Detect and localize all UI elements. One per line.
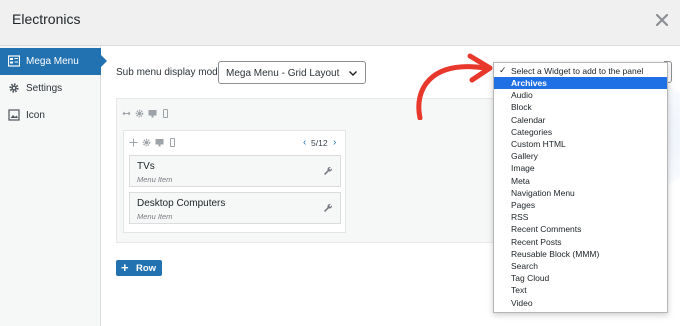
desktop-icon[interactable] [148,109,157,118]
menu-item-title: Desktop Computers [137,198,226,209]
gear-icon [9,83,19,93]
add-row-label: Row [136,263,157,274]
chevron-down-icon [349,71,357,76]
image-icon [8,109,20,121]
widget-placeholder-option[interactable]: ✓ Select a Widget to add to the panel [494,65,667,77]
column-width-label: 5/12 [311,138,328,148]
grid-menu-icon [8,55,20,67]
widget-option-audio[interactable]: Audio [494,89,667,101]
menu-item-subtitle: Menu Item [137,175,173,184]
add-row-button[interactable]: + Row [116,260,162,276]
display-mode-value: Mega Menu - Grid Layout [226,68,340,79]
sidebar-item-icon[interactable]: Icon [0,102,101,129]
menu-item-tvs[interactable]: TVs Menu Item [129,155,341,187]
widget-option-block[interactable]: Block [494,101,667,113]
widget-option-pages[interactable]: Pages [494,199,667,211]
column-width-control: ‹ 5/12 › [303,137,339,149]
menu-column: ‹ 5/12 › TVs Menu Item Desktop Computers… [123,130,346,233]
sidebar: Mega Menu Settings Icon [0,46,107,326]
menu-item-desktop-computers[interactable]: Desktop Computers Menu Item [129,192,341,224]
menu-item-title: TVs [137,161,155,172]
widget-option-text[interactable]: Text [494,284,667,296]
widget-dropdown[interactable]: ✓ Select a Widget to add to the panel Ar… [493,62,668,313]
plus-icon: + [121,260,129,275]
wrench-icon[interactable] [323,203,333,213]
widget-option-search[interactable]: Search [494,260,667,272]
widget-option-video[interactable]: Video [494,297,667,309]
close-icon[interactable] [652,10,672,30]
column-toolbar [129,137,189,149]
widget-option-image[interactable]: Image [494,162,667,174]
wrench-icon[interactable] [323,166,333,176]
checkmark-icon: ✓ [499,65,507,75]
chevron-left-icon[interactable]: ‹ [303,137,306,148]
widget-option-archives[interactable]: Archives [494,77,667,89]
sidebar-item-settings[interactable]: Settings [0,75,101,102]
submenu-display-mode-label: Sub menu display mode [116,67,224,78]
gear-icon[interactable] [135,109,144,118]
drag-handle-icon[interactable] [129,138,138,147]
widget-option-reusable-block-mmm[interactable]: Reusable Block (MMM) [494,248,667,260]
widget-option-categories[interactable]: Categories [494,126,667,138]
drag-handle-icon[interactable] [122,109,131,118]
sidebar-item-label: Mega Menu [26,56,79,67]
widget-option-calendar[interactable]: Calendar [494,114,667,126]
widget-option-recent-comments[interactable]: Recent Comments [494,223,667,235]
widget-option-gallery[interactable]: Gallery [494,150,667,162]
widget-option-recent-posts[interactable]: Recent Posts [494,236,667,248]
menu-item-subtitle: Menu Item [137,212,173,221]
desktop-icon[interactable] [155,138,164,147]
widget-option-rss[interactable]: RSS [494,211,667,223]
gear-icon[interactable] [142,138,151,147]
widget-option-tag-cloud[interactable]: Tag Cloud [494,272,667,284]
mobile-icon[interactable] [161,109,170,118]
sidebar-item-mega-menu[interactable]: Mega Menu [0,48,107,75]
widget-option-custom-html[interactable]: Custom HTML [494,138,667,150]
widget-option-navigation-menu[interactable]: Navigation Menu [494,187,667,199]
chevron-right-icon[interactable]: › [333,137,336,148]
widget-option-meta[interactable]: Meta [494,175,667,187]
mobile-icon[interactable] [168,138,177,147]
modal-title: Electronics [12,11,81,27]
sidebar-item-label: Icon [26,110,45,121]
modal-header: Electronics [0,0,680,46]
sidebar-item-label: Settings [26,83,63,94]
display-mode-select[interactable]: Mega Menu - Grid Layout [218,61,366,84]
annotation-arrow-icon [416,53,493,120]
